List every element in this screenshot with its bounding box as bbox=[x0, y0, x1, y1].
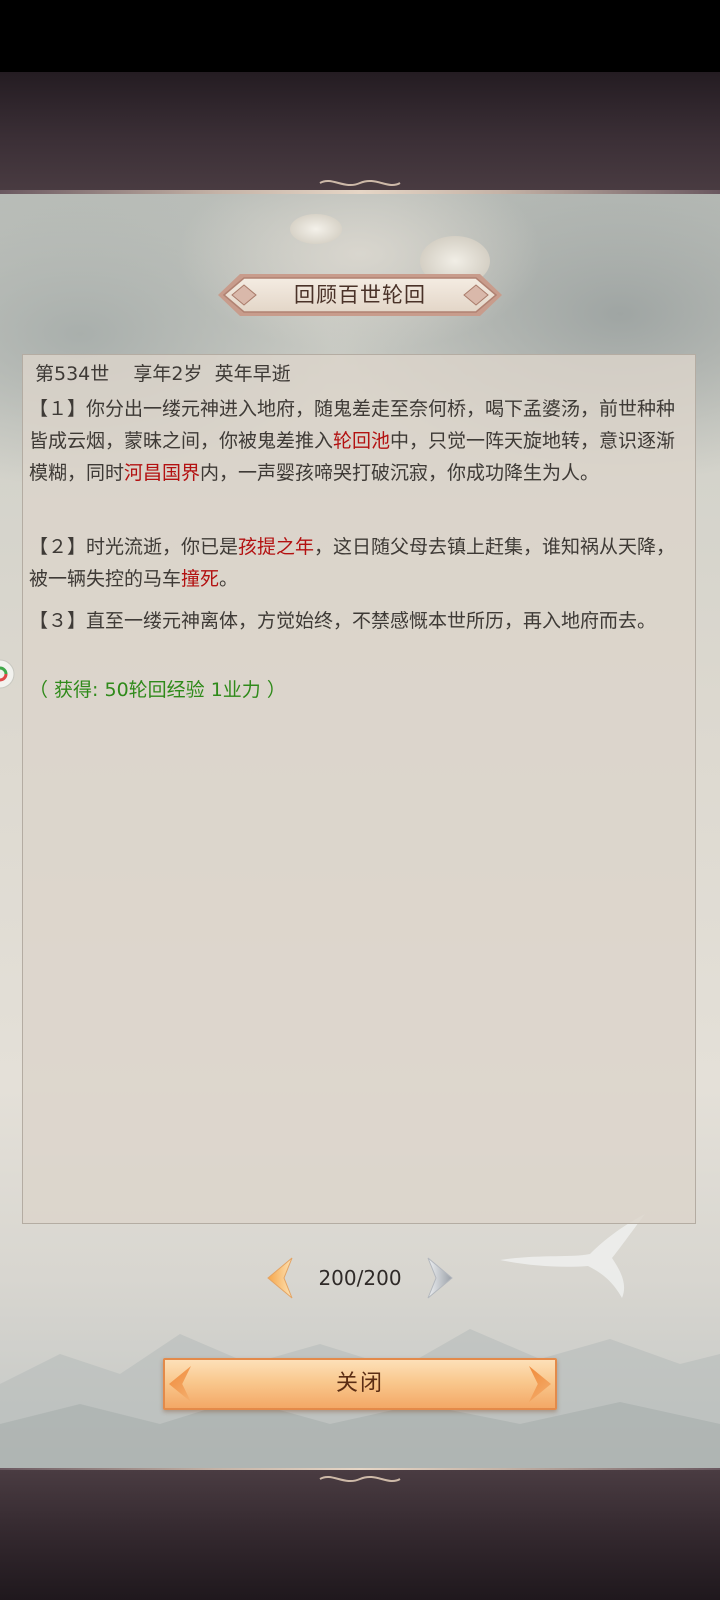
frame-ornament bbox=[319, 1476, 401, 1482]
entry-text: 内，一声婴孩啼哭打破沉寂，你成功降生为人。 bbox=[200, 462, 600, 484]
story-entry-2: 【２】时光流逝，你已是孩提之年，这日随父母去镇上赶集，谁知祸从天降，被一辆失控的… bbox=[29, 531, 689, 595]
reward-text: （ 获得: 50轮回经验 1业力 ） bbox=[29, 679, 286, 701]
highlight-text: 河昌国界 bbox=[124, 462, 201, 484]
frame-ornament bbox=[319, 180, 401, 186]
chevron-right-icon[interactable] bbox=[422, 1256, 458, 1300]
frame-bottom bbox=[0, 1470, 720, 1600]
entry-text: 。 bbox=[219, 568, 239, 590]
entry-text: 【３】直至一缕元神离体，方觉始终，不禁感慨本世所历，再入地府而去。 bbox=[29, 610, 657, 632]
highlight-text: 轮回池 bbox=[333, 430, 391, 452]
story-entry-1: 【１】你分出一缕元神进入地府，随鬼差走至奈何桥，喝下孟婆汤，前世种种皆成云烟，蒙… bbox=[29, 393, 689, 489]
highlight-text: 孩提之年 bbox=[238, 536, 315, 558]
close-button[interactable]: 关闭 bbox=[163, 1358, 557, 1410]
chevron-left-icon[interactable] bbox=[262, 1256, 298, 1300]
status-bar bbox=[0, 0, 720, 72]
content-panel: 第534世 享年2岁 英年早逝 【１】你分出一缕元神进入地府，随鬼差走至奈何桥，… bbox=[22, 354, 696, 1224]
moon-decoration bbox=[290, 214, 342, 244]
frame-edge bbox=[0, 190, 720, 194]
close-button-label: 关闭 bbox=[335, 1371, 384, 1396]
entry-text: 【２】时光流逝，你已是 bbox=[29, 536, 239, 558]
crane-decoration bbox=[500, 1214, 645, 1298]
life-summary: 第534世 享年2岁 英年早逝 bbox=[35, 363, 291, 385]
story-entry-3: 【３】直至一缕元神离体，方觉始终，不禁感慨本世所历，再入地府而去。 bbox=[29, 605, 689, 637]
side-float-icon[interactable] bbox=[0, 656, 18, 692]
dialog-title: 回顾百世轮回 bbox=[294, 283, 426, 307]
page-indicator: 200/200 bbox=[318, 1266, 402, 1290]
highlight-text: 撞死 bbox=[181, 568, 220, 590]
